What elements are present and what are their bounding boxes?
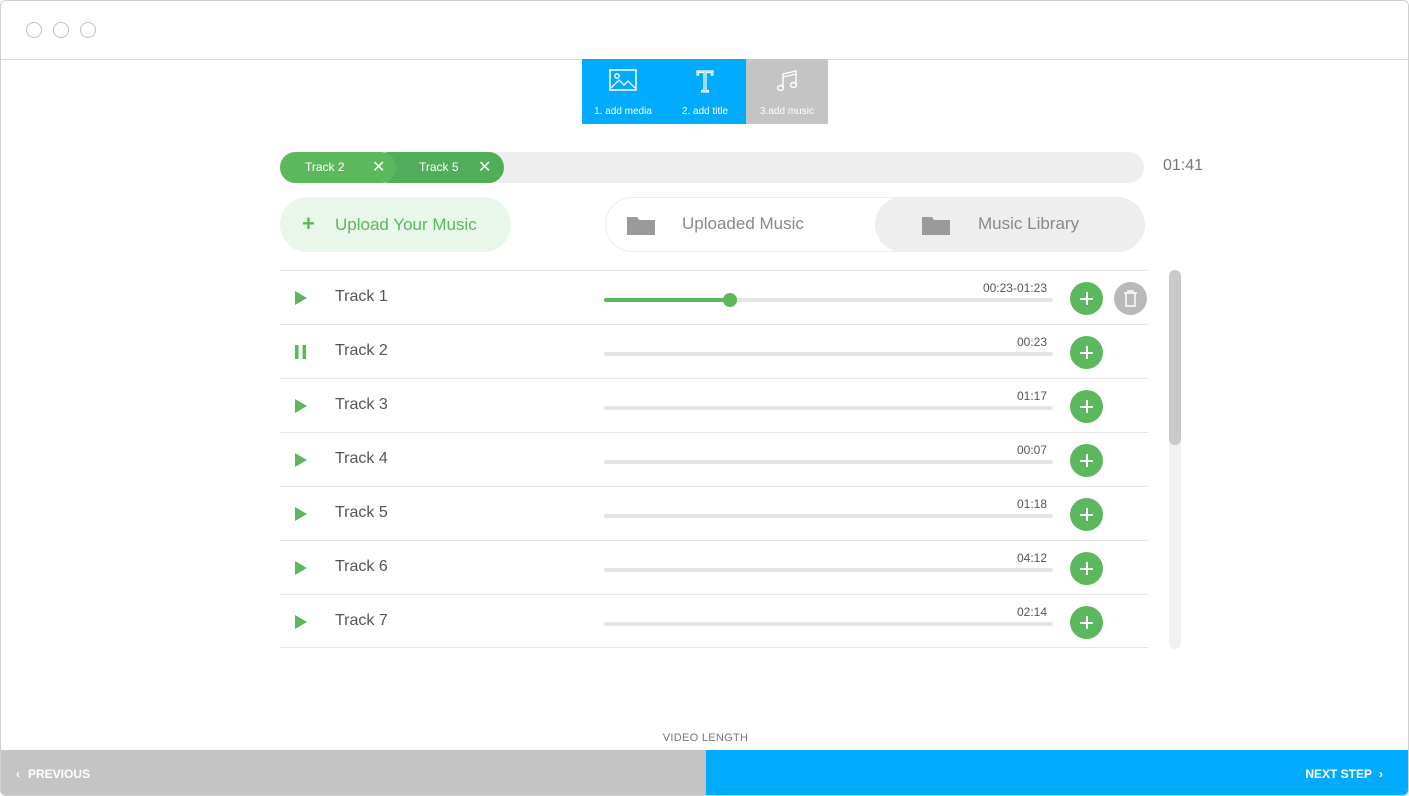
- track-name: Track 3: [335, 396, 388, 413]
- tab-music-library[interactable]: Music Library: [875, 197, 1145, 252]
- upload-music-button[interactable]: + Upload Your Music: [280, 197, 511, 252]
- close-window-button[interactable]: [26, 22, 42, 38]
- music-note-icon: [746, 69, 828, 95]
- add-track-button[interactable]: [1070, 390, 1103, 423]
- add-track-button[interactable]: [1070, 444, 1103, 477]
- selected-track-chip[interactable]: Track 2 ✕: [280, 152, 396, 183]
- text-icon: [664, 69, 746, 95]
- upload-label: Upload Your Music: [335, 215, 477, 234]
- step-label: 1. add media: [594, 106, 652, 117]
- add-track-button[interactable]: [1070, 498, 1103, 531]
- track-row: Track 1 00:23-01:23: [280, 270, 1149, 324]
- step-add-title[interactable]: 2. add title: [664, 59, 746, 124]
- track-name: Track 1: [335, 288, 388, 305]
- track-row: Track 6 04:12: [280, 540, 1149, 594]
- add-track-button[interactable]: [1070, 336, 1103, 369]
- progress-track[interactable]: [604, 406, 1053, 410]
- title-bar: [1, 1, 1408, 60]
- step-add-media[interactable]: 1. add media: [582, 59, 664, 124]
- track-row: Track 5 01:18: [280, 486, 1149, 540]
- track-name: Track 2: [335, 342, 388, 359]
- progress-track[interactable]: [604, 568, 1053, 572]
- add-track-button[interactable]: [1070, 606, 1103, 639]
- step-add-music[interactable]: 3.add music: [746, 59, 828, 124]
- track-row: Track 4 00:07: [280, 432, 1149, 486]
- track-time: 01:18: [1016, 497, 1047, 511]
- step-label: 3.add music: [760, 106, 814, 117]
- add-track-button[interactable]: [1070, 552, 1103, 585]
- play-icon[interactable]: [294, 560, 310, 576]
- total-duration: 01:41: [1163, 157, 1204, 174]
- add-track-button[interactable]: [1070, 282, 1103, 315]
- scrollbar[interactable]: [1169, 270, 1181, 649]
- play-icon[interactable]: [294, 398, 310, 414]
- play-icon[interactable]: [294, 506, 310, 522]
- next-label: NEXT STEP: [1305, 767, 1372, 781]
- previous-button[interactable]: ‹ PREVIOUS: [1, 750, 706, 795]
- track-name: Track 5: [335, 504, 388, 521]
- video-length-label: VIDEO LENGTH: [662, 732, 749, 744]
- selected-tracks-bar: Track 5 ✕ Track 2 ✕: [280, 152, 1144, 183]
- track-name: Track 7: [335, 612, 388, 629]
- chevron-left-icon: ‹: [16, 767, 20, 781]
- progress-track[interactable]: [604, 622, 1053, 626]
- app-window: 1. add media 2. add title 3.add music Tr…: [0, 0, 1409, 796]
- progress-handle[interactable]: [722, 293, 737, 307]
- track-name: Track 4: [335, 450, 388, 467]
- chip-label: Track 2: [305, 160, 345, 174]
- music-source-tabs: Uploaded Music Music Library: [605, 197, 1145, 252]
- image-icon: [582, 69, 664, 95]
- folder-icon: [921, 214, 951, 241]
- play-icon[interactable]: [294, 290, 310, 306]
- play-icon[interactable]: [294, 452, 310, 468]
- pause-icon[interactable]: [294, 344, 310, 360]
- track-time: 00:23-01:23: [982, 281, 1047, 295]
- progress-track[interactable]: [604, 293, 1053, 307]
- step-label: 2. add title: [681, 106, 729, 117]
- tab-label: Music Library: [978, 214, 1080, 233]
- minimize-window-button[interactable]: [53, 22, 69, 38]
- track-row: Track 2 00:23: [280, 324, 1149, 378]
- track-time: 00:07: [1016, 443, 1047, 457]
- track-row: Track 3 01:17: [280, 378, 1149, 432]
- chevron-right-icon: ›: [1379, 767, 1383, 781]
- maximize-window-button[interactable]: [80, 22, 96, 38]
- step-navigation: 1. add media 2. add title 3.add music: [582, 59, 828, 124]
- close-icon[interactable]: ✕: [372, 152, 385, 183]
- scrollbar-thumb[interactable]: [1169, 270, 1181, 445]
- progress-track[interactable]: [604, 514, 1053, 518]
- trash-icon: [1124, 290, 1137, 307]
- track-time: 04:12: [1016, 551, 1047, 565]
- play-icon[interactable]: [294, 614, 310, 630]
- plus-icon: +: [302, 211, 315, 236]
- track-list: Track 1 00:23-01:23 Track 2 00:23 Track …: [280, 270, 1149, 648]
- previous-label: PREVIOUS: [28, 767, 91, 781]
- track-time: 02:14: [1016, 605, 1047, 619]
- track-time: 01:17: [1016, 389, 1047, 403]
- next-step-button[interactable]: NEXT STEP ›: [706, 750, 1408, 795]
- progress-track[interactable]: [604, 352, 1053, 356]
- tab-uploaded-music[interactable]: Uploaded Music: [606, 197, 876, 252]
- folder-icon: [626, 214, 656, 241]
- track-name: Track 6: [335, 558, 388, 575]
- tab-label: Uploaded Music: [682, 214, 804, 233]
- track-time: 00:23: [1016, 335, 1047, 349]
- chip-label: Track 5: [419, 160, 459, 174]
- progress-fill: [604, 298, 730, 302]
- track-row: Track 7 02:14: [280, 594, 1149, 648]
- delete-track-button[interactable]: [1114, 282, 1147, 315]
- progress-track[interactable]: [604, 460, 1053, 464]
- close-icon[interactable]: ✕: [478, 152, 491, 183]
